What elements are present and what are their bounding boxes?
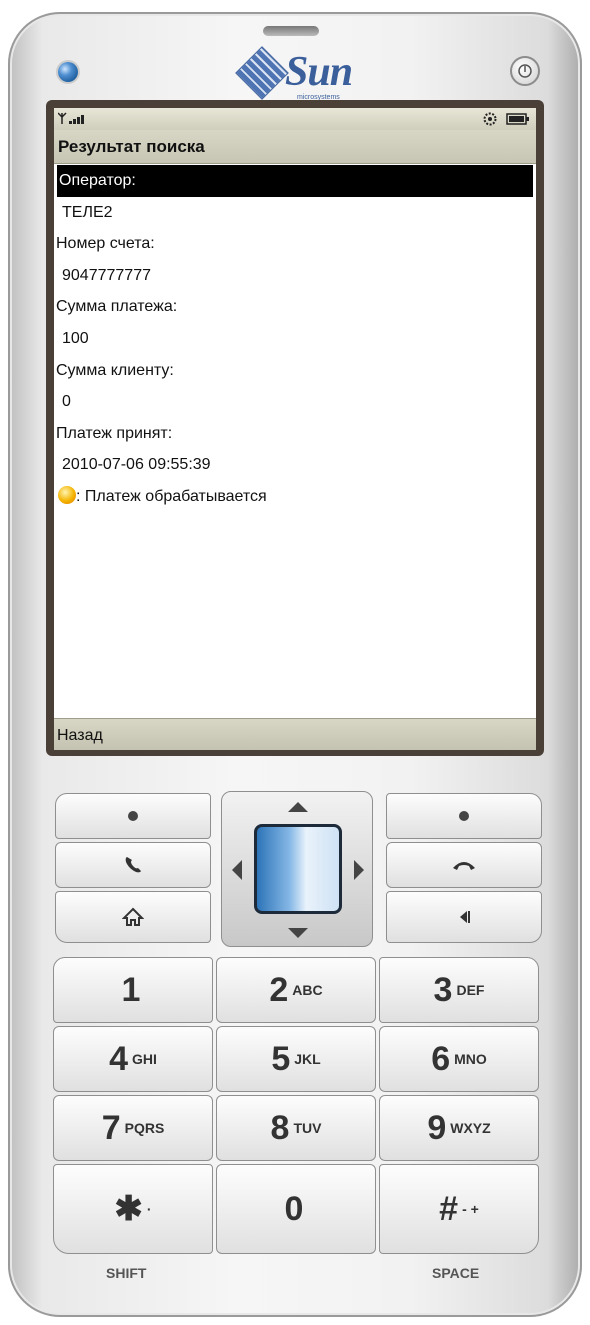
list-item[interactable]: Сумма платежа:: [54, 291, 536, 323]
battery-icon: [506, 113, 529, 125]
list-item[interactable]: ТЕЛЕ2: [54, 197, 536, 229]
shift-label: SHIFT: [106, 1265, 147, 1281]
list-item[interactable]: Номер счета:: [54, 228, 536, 260]
key-letters: ABC: [292, 982, 323, 998]
key-letters: TUV: [293, 1120, 322, 1136]
search-result-list: Оператор: ТЕЛЕ2 Номер счета: 9047777777 …: [54, 165, 536, 513]
list-item[interactable]: 100: [54, 323, 536, 355]
sun-logo-mark: [235, 46, 289, 100]
list-item[interactable]: 0: [54, 386, 536, 418]
softkey-bar: Назад: [54, 718, 536, 750]
key-5[interactable]: 5 JKL: [216, 1026, 376, 1092]
status-row[interactable]: : Платеж обрабатывается: [54, 481, 536, 513]
key-digit: 5: [271, 1039, 291, 1078]
clear-button[interactable]: [386, 891, 542, 943]
key-6[interactable]: 6 MNO: [379, 1026, 539, 1092]
key-letters: JKL: [294, 1051, 321, 1067]
clear-icon: [460, 911, 470, 923]
status-bar: [54, 108, 536, 130]
key-star[interactable]: ✱ ·: [53, 1164, 213, 1254]
key-digit: 4: [109, 1039, 129, 1078]
key-digit: 1: [121, 970, 141, 1009]
space-label: SPACE: [432, 1265, 480, 1281]
status-message: : Платеж обрабатывается: [76, 487, 267, 505]
key-hash[interactable]: # - +: [379, 1164, 539, 1254]
call-button[interactable]: [55, 842, 211, 888]
key-3[interactable]: 3 DEF: [379, 957, 539, 1023]
key-digit: ✱: [114, 1190, 143, 1228]
key-0[interactable]: 0: [216, 1164, 376, 1254]
power-icon: [518, 64, 532, 78]
key-digit: 6: [431, 1039, 451, 1078]
dpad[interactable]: [221, 791, 373, 947]
key-digit: 2: [269, 970, 289, 1009]
speaker-grille: [263, 26, 319, 36]
key-2[interactable]: 2 ABC: [216, 957, 376, 1023]
list-item[interactable]: 9047777777: [54, 260, 536, 292]
back-softkey-label[interactable]: Назад: [57, 727, 103, 744]
key-7[interactable]: 7 PQRS: [53, 1095, 213, 1161]
display: Результат поиска Оператор: ТЕЛЕ2 Номер с…: [54, 108, 536, 750]
softkey-dot-icon: [128, 811, 138, 821]
key-digit: 8: [270, 1108, 290, 1147]
gear-icon: [483, 112, 497, 126]
key-letters: PQRS: [124, 1120, 165, 1136]
list-item[interactable]: Платеж принят:: [54, 418, 536, 450]
list-item[interactable]: Оператор:: [57, 165, 533, 197]
dpad-up-icon[interactable]: [288, 802, 308, 812]
end-call-button[interactable]: [386, 842, 542, 888]
left-softkey-button[interactable]: [55, 793, 211, 839]
list-item[interactable]: 2010-07-06 09:55:39: [54, 449, 536, 481]
brand-name: Sun: [285, 49, 353, 95]
home-icon: [122, 907, 144, 926]
key-8[interactable]: 8 TUV: [216, 1095, 376, 1161]
right-softkey-button[interactable]: [386, 793, 542, 839]
dpad-left-icon[interactable]: [232, 860, 242, 880]
status-led: [58, 62, 78, 82]
sun-logo: Sun microsystems: [233, 40, 368, 104]
dpad-right-icon[interactable]: [354, 860, 364, 880]
key-digit: 3: [433, 970, 453, 1009]
power-button[interactable]: [510, 56, 540, 86]
key-4[interactable]: 4 GHI: [53, 1026, 213, 1092]
key-letters: ·: [146, 1201, 152, 1217]
end-call-icon: [453, 862, 475, 870]
key-digit: 7: [101, 1108, 121, 1147]
key-letters: GHI: [132, 1051, 157, 1067]
key-1[interactable]: 1: [53, 957, 213, 1023]
screen-title: Результат поиска: [54, 130, 536, 164]
key-letters: MNO: [454, 1051, 487, 1067]
list-item[interactable]: Сумма клиенту:: [54, 355, 536, 387]
key-letters: DEF: [456, 982, 485, 998]
key-digit: 9: [427, 1108, 447, 1147]
warning-icon: [58, 485, 76, 504]
key-9[interactable]: 9 WXYZ: [379, 1095, 539, 1161]
dpad-down-icon[interactable]: [288, 928, 308, 938]
key-letters: - +: [462, 1201, 479, 1217]
key-digit: 0: [284, 1189, 304, 1228]
key-digit: #: [439, 1189, 459, 1228]
key-letters: WXYZ: [450, 1120, 491, 1136]
home-button[interactable]: [55, 891, 211, 943]
softkey-dot-icon: [459, 811, 469, 821]
dpad-select-button[interactable]: [254, 824, 342, 914]
phone-call-icon: [125, 857, 141, 873]
signal-strength-icon: [58, 112, 84, 124]
